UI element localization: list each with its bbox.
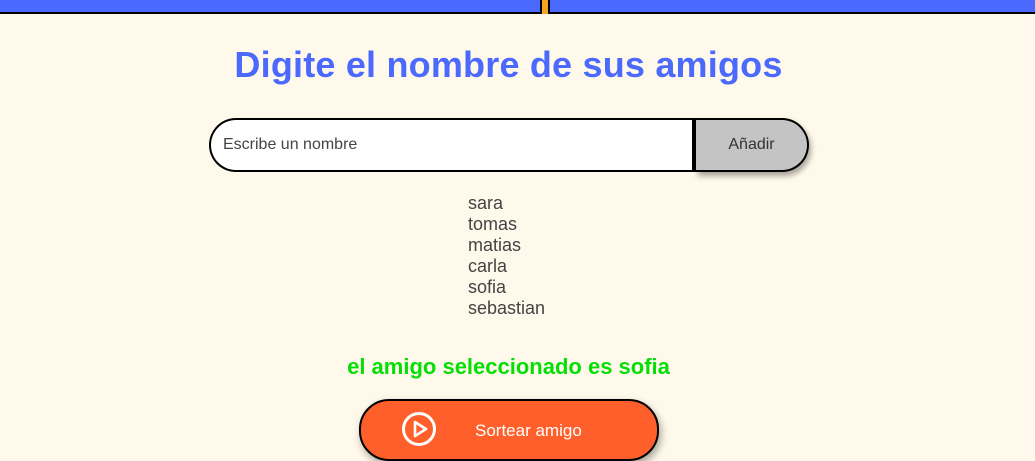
list-item: sofia <box>468 277 507 297</box>
banner-figure <box>540 0 550 14</box>
list-item: carla <box>468 256 508 276</box>
list-item: sara <box>468 193 504 213</box>
play-circle-icon <box>402 412 436 446</box>
page-title: Digite el nombre de sus amigos <box>234 44 783 85</box>
list-item: matias <box>468 235 522 255</box>
list-item: tomas <box>468 214 518 234</box>
list-item: sebastian <box>468 298 546 318</box>
draw-friend-button[interactable]: Sortear amigo <box>359 399 659 461</box>
top-banner <box>0 0 1035 14</box>
friends-list: sara tomas matias carla sofia sebastian <box>468 193 545 319</box>
result-text: el amigo seleccionado es sofia <box>347 354 670 379</box>
draw-button-label: Sortear amigo <box>475 421 582 440</box>
friend-name-input[interactable] <box>209 118 696 172</box>
add-button[interactable]: Añadir <box>696 118 809 172</box>
add-friend-form: Añadir <box>209 118 809 172</box>
